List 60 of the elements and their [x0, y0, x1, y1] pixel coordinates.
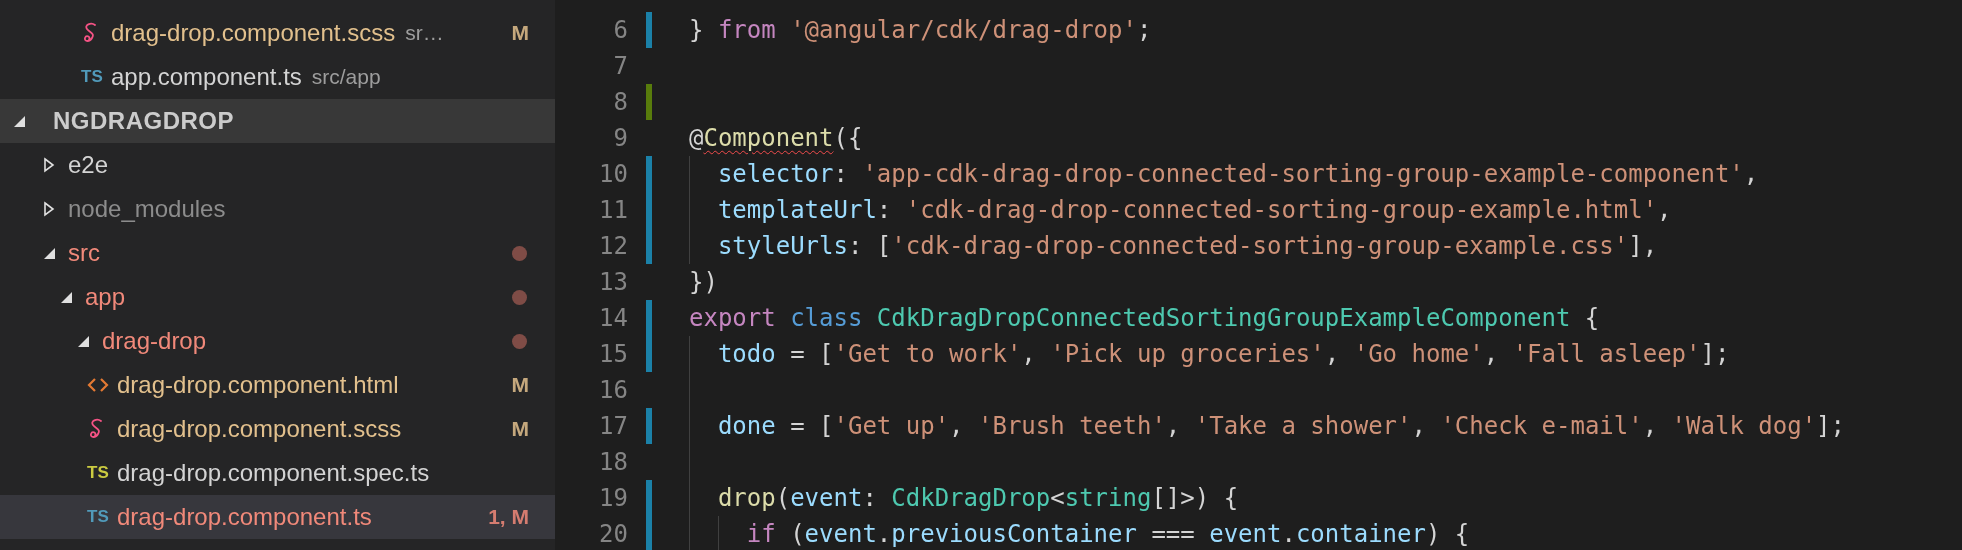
file-item[interactable]: TS drag-drop.component.ts 1, M [0, 495, 555, 539]
file-item[interactable]: TS drag-drop.component.spec.ts [0, 451, 555, 495]
line-number: 12 [598, 231, 628, 262]
code-line: }) [689, 267, 718, 298]
file-name: app.component.ts [111, 63, 302, 91]
code-line: done = ['Get up', 'Brush teeth', 'Take a shower', 'Check e-mail', 'Walk dog']; [717, 411, 1845, 442]
file-name: drag-drop.component.scss [117, 415, 402, 443]
line-number: 10 [598, 159, 628, 190]
folder-item[interactable]: e2e [0, 143, 555, 187]
line-number: 8 [612, 87, 628, 118]
line-number: 9 [612, 123, 628, 154]
code-line: selector: 'app-cdk-drag-drop-connected-sorting-group-example-component', [717, 159, 1759, 190]
file-name: drag-drop.component.ts [117, 503, 372, 531]
folder-name: src [68, 239, 100, 267]
file-item[interactable]: drag-drop.component.html M [0, 363, 555, 407]
line-number: 13 [598, 267, 628, 298]
file-path: src/app [311, 65, 381, 89]
open-editor-item[interactable]: TS app.component.ts src/app [0, 55, 555, 99]
code-line: todo = ['Get to work', 'Pick up groceries', 'Go home', 'Fall asleep']; [717, 339, 1730, 370]
line-number: 19 [598, 483, 628, 514]
file-type-icon: TS [87, 507, 109, 527]
section-title: NGDRAGDROP [53, 107, 234, 135]
line-number: 14 [598, 303, 628, 334]
open-editor-item[interactable]: drag-drop.component.scss sr… M [0, 11, 555, 55]
code-line: export class CdkDragDropConnectedSortingGroupExampleComponent { [689, 303, 1600, 334]
line-number: 16 [598, 375, 628, 406]
file-name: drag-drop.component.spec.ts [117, 459, 430, 487]
code-line: templateUrl: 'cdk-drag-drop-connected-sorting-group-example.html', [717, 195, 1672, 226]
folder-item[interactable]: drag-drop [0, 319, 555, 363]
git-status-label: M [511, 21, 529, 45]
git-status-label: M [511, 373, 529, 397]
folder-item[interactable]: src [0, 231, 555, 275]
code-line: } from '@angular/cdk/drag-drop'; [689, 15, 1152, 46]
code-line: styleUrls: ['cdk-drag-drop-connected-sorting-group-example.css'], [717, 231, 1658, 262]
line-number: 20 [598, 519, 628, 550]
file-type-icon: TS [87, 463, 109, 483]
line-number: 15 [598, 339, 628, 370]
file-path: sr… [405, 21, 444, 45]
folder-name: e2e [68, 151, 109, 179]
folder-name: app [85, 283, 126, 311]
git-status-label: M [511, 417, 529, 441]
line-number: 18 [598, 447, 628, 478]
folder-item[interactable]: app [0, 275, 555, 319]
folder-name: node_modules [68, 195, 226, 223]
file-type-icon: TS [81, 67, 103, 87]
line-number: 11 [598, 195, 628, 226]
file-name: drag-drop.component.html [117, 371, 399, 399]
line-number: 7 [612, 51, 628, 82]
file-item[interactable]: drag-drop.component.scss M [0, 407, 555, 451]
code-line: @Component({ [689, 123, 863, 154]
code-line: drop(event: CdkDragDrop<string[]>) { [717, 483, 1239, 514]
file-name: drag-drop.component.scss [111, 19, 396, 47]
section-header[interactable]: NGDRAGDROP [0, 99, 555, 143]
code-brackets-icon [87, 376, 109, 394]
folder-item[interactable]: node_modules [0, 187, 555, 231]
line-number: 6 [612, 15, 628, 46]
code-line: if (event.previousContainer === event.container) { [746, 519, 1470, 550]
git-status-label: 1, M [488, 505, 529, 529]
line-number: 17 [598, 411, 628, 442]
folder-name: drag-drop [102, 327, 207, 355]
